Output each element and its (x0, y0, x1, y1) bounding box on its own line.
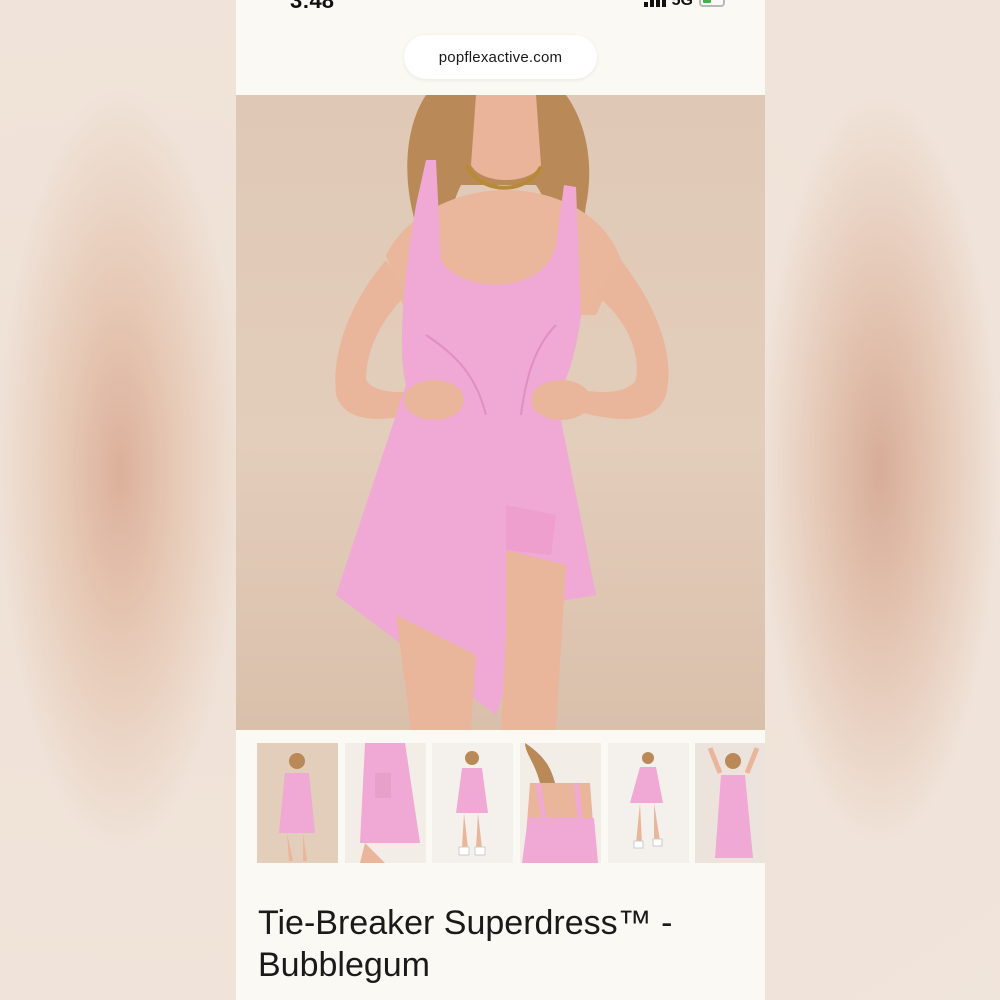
network-label: 5G (671, 0, 693, 9)
thumbnail-back-straps[interactable] (520, 743, 601, 863)
signal-icon (643, 0, 666, 7)
phone-screen: 3:48 5G popflexactive.com Tie-Breaker Su… (236, 0, 765, 1000)
thumbnail-front-full[interactable] (257, 743, 338, 863)
thumbnail-front-sneakers[interactable] (432, 743, 513, 863)
blurred-background-right (764, 0, 1000, 1000)
thumbnail-strip (257, 743, 765, 865)
battery-icon (699, 0, 725, 7)
product-title-line-2: Bubblegum (258, 946, 431, 984)
status-bar: 3:48 5G (236, 0, 765, 16)
product-main-image[interactable] (236, 95, 765, 730)
blurred-background-left (0, 0, 236, 1000)
thumbnail-side-pocket[interactable] (345, 743, 426, 863)
thumbnail-arms-up[interactable] (695, 743, 765, 863)
status-indicators: 5G (643, 0, 725, 10)
product-title-line-1: Tie-Breaker Superdress™ - (258, 904, 673, 942)
url-bar[interactable]: popflexactive.com (404, 35, 597, 79)
thumbnail-walking[interactable] (608, 743, 689, 863)
product-title: Tie-Breaker Superdress™ - Bubblegum (258, 902, 738, 986)
url-text: popflexactive.com (438, 48, 563, 66)
status-time: 3:48 (290, 0, 335, 13)
